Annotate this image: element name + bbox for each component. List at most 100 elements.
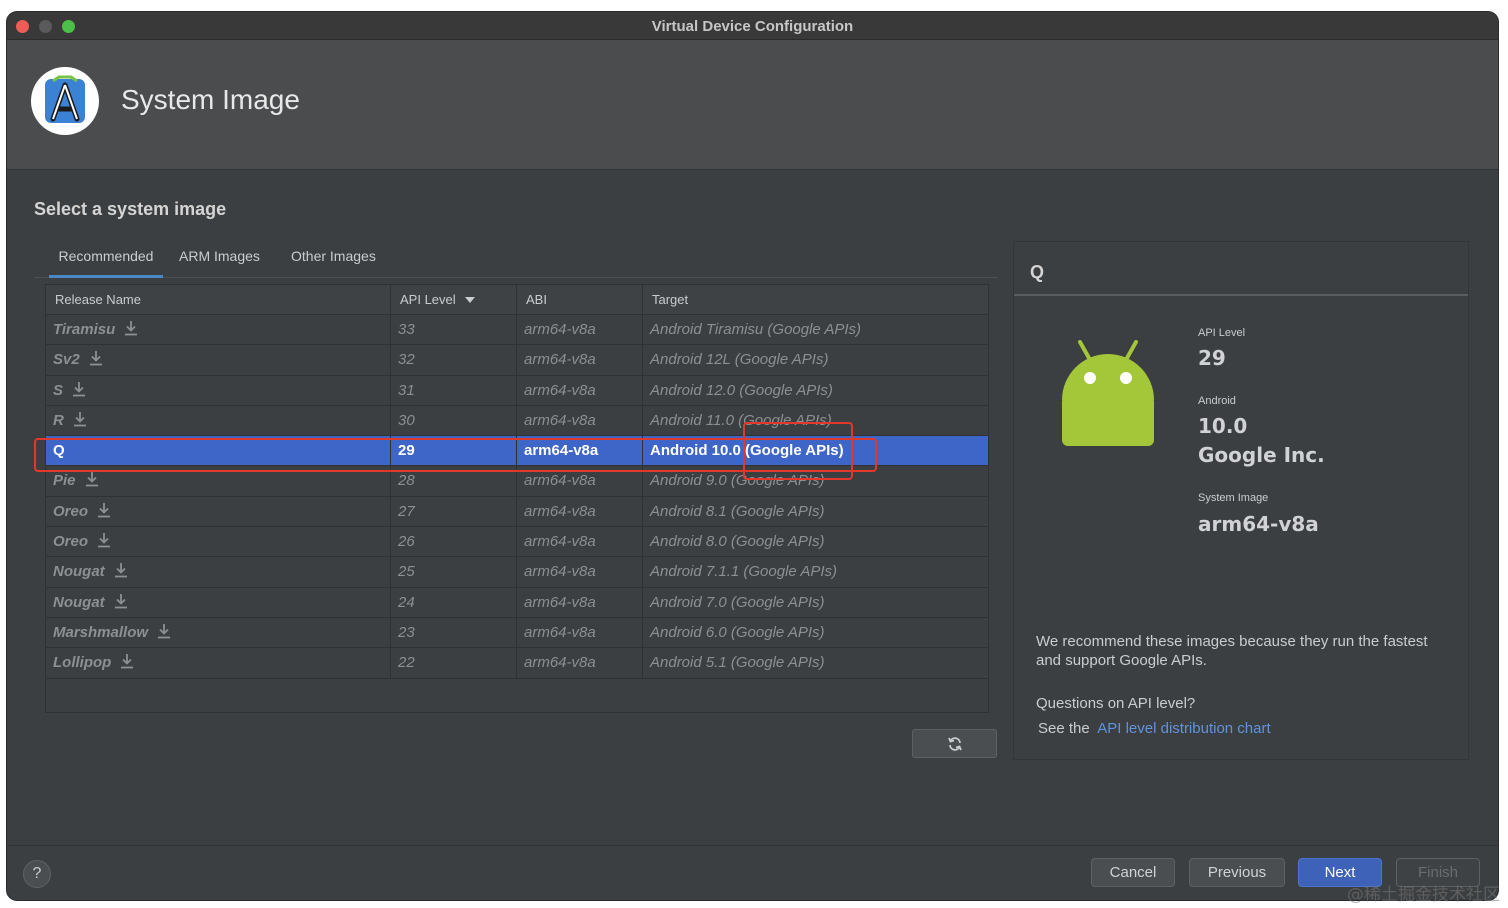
refresh-button[interactable] <box>912 729 997 758</box>
abi-cell: arm64-v8a <box>517 557 643 588</box>
release-name: Q <box>53 442 65 460</box>
release-name-cell: Nougat <box>46 557 391 588</box>
api-level-cell: 28 <box>391 466 517 497</box>
target-cell: Android 8.0 (Google APIs) <box>650 533 825 551</box>
api-level-cell: 27 <box>391 496 517 527</box>
wizard-header: System Image <box>7 40 1498 170</box>
api-level-cell: 25 <box>391 557 517 588</box>
api-level-value: 29 <box>1198 346 1226 370</box>
target-cell: Android 5.1 (Google APIs) <box>650 654 825 672</box>
table-row[interactable]: Oreo 27 arm64-v8a Android 8.1 (Google APIs) <box>46 496 988 528</box>
abi-cell: arm64-v8a <box>517 496 643 527</box>
release-name-cell: R <box>46 405 391 436</box>
download-icon[interactable] <box>85 471 99 487</box>
table-row[interactable]: Sv2 32 arm64-v8a Android 12L (Google APIs) <box>46 345 988 376</box>
column-header-api-level[interactable]: API Level <box>391 285 517 315</box>
release-name: Nougat <box>53 593 105 611</box>
download-icon[interactable] <box>89 350 103 366</box>
table-row[interactable]: Nougat 24 arm64-v8a Android 7.0 (Google API… <box>46 587 988 618</box>
download-icon[interactable] <box>73 411 87 427</box>
api-level-label: API Level <box>1198 327 1246 339</box>
release-name: Sv2 <box>53 351 80 369</box>
table-row[interactable]: Nougat 25 arm64-v8a Android 7.1.1 (Google A… <box>46 557 988 588</box>
download-icon[interactable] <box>114 593 128 609</box>
api-level-cell: 31 <box>391 375 517 406</box>
tab-other-images[interactable]: Other Images <box>291 248 376 278</box>
release-name: Pie <box>53 472 76 490</box>
android-studio-logo-icon <box>31 67 99 135</box>
release-name-cell: Lollipop <box>46 648 391 679</box>
tab-arm-images[interactable]: ARM Images <box>179 248 260 278</box>
release-name: Oreo <box>53 533 89 551</box>
api-level-cell: 30 <box>391 405 517 436</box>
divider <box>1014 294 1468 296</box>
cancel-button[interactable]: Cancel <box>1091 858 1175 887</box>
tab-label: ARM Images <box>179 248 260 264</box>
detail-title: Q <box>1030 262 1045 282</box>
table-row[interactable]: Oreo 26 arm64-v8a Android 8.0 (Google APIs) <box>46 527 988 558</box>
tab-label: Recommended <box>58 248 154 264</box>
tab-recommended[interactable]: Recommended <box>49 248 163 278</box>
download-icon[interactable] <box>157 623 171 639</box>
abi-cell: arm64-v8a <box>517 466 643 497</box>
release-name-cell: Sv2 <box>46 345 391 376</box>
release-name-cell: Q <box>46 436 391 467</box>
api-level-cell: 26 <box>391 527 517 558</box>
table-row[interactable]: Tiramisu 33 arm64-v8a Android Tiramisu (Goo… <box>46 315 988 346</box>
target-cell: Android 12.0 (Google APIs) <box>650 381 833 399</box>
column-header-release-name[interactable]: Release Name <box>46 285 391 315</box>
table-header: Release Name API Level ABI Target <box>46 285 988 315</box>
api-level-cell: 29 <box>391 436 517 467</box>
table-row[interactable]: S 31 arm64-v8a Android 12.0 (Google APIs) <box>46 375 988 406</box>
table-row[interactable]: Lollipop 22 arm64-v8a Android 5.1 (Google A… <box>46 648 988 679</box>
table-row[interactable]: Q 29 arm64-v8a Android 10.0 (Google APIs) <box>46 436 988 467</box>
help-button[interactable]: ? <box>23 860 51 888</box>
release-name-cell: Tiramisu <box>46 315 391 345</box>
download-icon[interactable] <box>97 502 111 518</box>
api-level-cell: 32 <box>391 345 517 376</box>
release-name-cell: S <box>46 375 391 406</box>
see-the-text: See the <box>1038 720 1090 737</box>
release-name: S <box>53 381 64 399</box>
android-robot-icon <box>1056 340 1160 457</box>
table-body: Tiramisu 33 arm64-v8a Android Tiramisu (Goo… <box>46 315 988 679</box>
abi-cell: arm64-v8a <box>517 648 643 679</box>
release-name-cell: Nougat <box>46 587 391 618</box>
download-icon[interactable] <box>97 532 111 548</box>
download-icon[interactable] <box>72 381 86 397</box>
window-title: Virtual Device Configuration <box>651 18 854 35</box>
target-cell: Android 11.0 (Google APIs) <box>650 411 832 429</box>
download-icon[interactable] <box>120 653 134 669</box>
download-icon[interactable] <box>114 562 128 578</box>
column-header-abi[interactable]: ABI <box>517 285 643 315</box>
table-row[interactable]: Pie 28 arm64-v8a Android 9.0 (Google APIs) <box>46 466 988 497</box>
section-title: Select a system image <box>34 199 227 219</box>
table-row[interactable]: Marshmallow 23 arm64-v8a Android 6.0 (Googl… <box>46 617 988 649</box>
page-title: System Image <box>121 84 300 115</box>
column-header-target[interactable]: Target <box>643 285 990 315</box>
android-version-value: 10.0 <box>1198 414 1248 438</box>
abi-cell: arm64-v8a <box>517 315 643 345</box>
android-version-label: Android <box>1198 395 1236 407</box>
image-tabs: Recommended ARM Images Other Images <box>34 240 998 278</box>
abi-cell: arm64-v8a <box>517 527 643 558</box>
target-cell: Android Tiramisu (Google APIs) <box>650 321 862 338</box>
previous-button[interactable]: Previous <box>1189 858 1285 887</box>
table-row[interactable]: R 30 arm64-v8a Android 11.0 (Google APIs) <box>46 405 988 437</box>
release-name: Tiramisu <box>53 321 116 338</box>
target-cell: Android 7.0 (Google APIs) <box>650 593 825 611</box>
abi-cell: arm64-v8a <box>517 587 643 618</box>
refresh-icon <box>948 737 962 751</box>
column-header-label: API Level <box>400 292 456 307</box>
release-name: R <box>53 411 64 429</box>
download-icon[interactable] <box>124 320 138 336</box>
abi-cell: arm64-v8a <box>517 345 643 376</box>
abi-cell: arm64-v8a <box>517 375 643 406</box>
api-distribution-chart-link[interactable]: API level distribution chart <box>1097 720 1270 737</box>
system-image-value: arm64-v8a <box>1198 512 1319 536</box>
target-cell: Android 7.1.1 (Google APIs) <box>650 563 838 581</box>
target-cell: Android 6.0 (Google APIs) <box>650 623 825 641</box>
abi-cell: arm64-v8a <box>517 436 643 467</box>
api-level-cell: 33 <box>391 315 517 345</box>
system-image-table: Release Name API Level ABI Target Tirami… <box>45 284 989 713</box>
